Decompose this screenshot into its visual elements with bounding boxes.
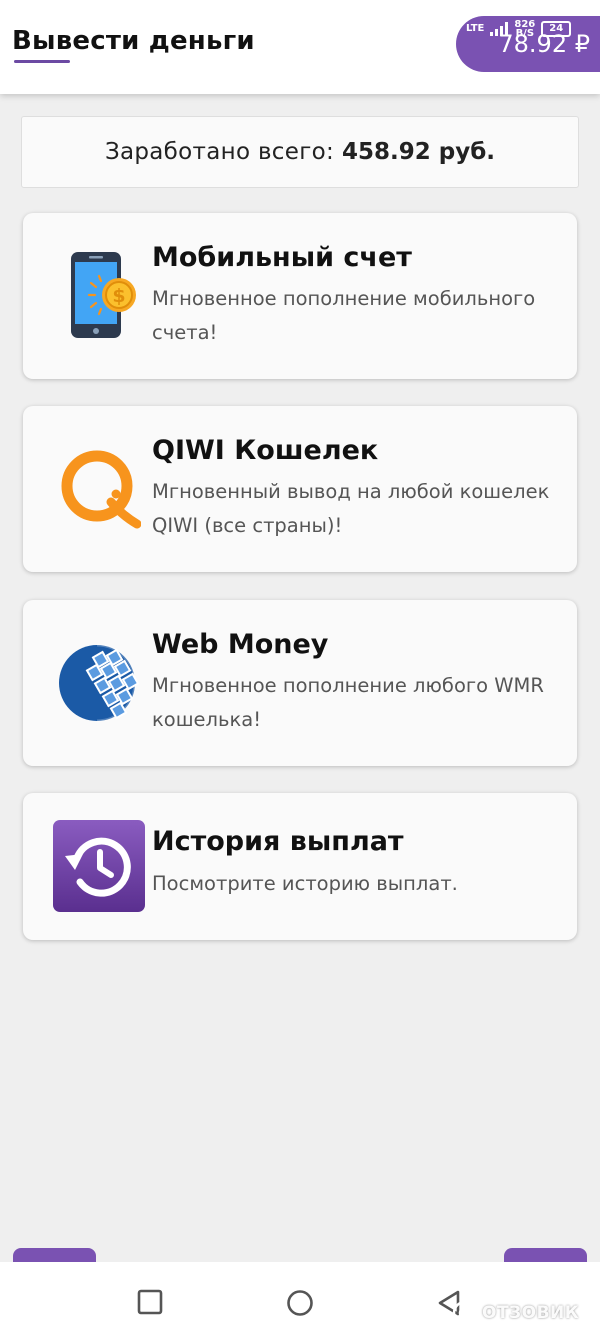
page-title: Вывести деньги xyxy=(12,26,255,56)
network-type: LTE xyxy=(466,23,485,34)
card-title: История выплат xyxy=(152,826,404,857)
payout-history-card[interactable]: История выплат Посмотрите историю выплат… xyxy=(23,793,577,940)
watermark: ОТЗОВИК xyxy=(452,1300,579,1326)
title-underline xyxy=(14,60,70,63)
card-title: Web Money xyxy=(152,629,329,660)
home-icon[interactable] xyxy=(286,1289,314,1317)
withdraw-qiwi-card[interactable]: QIWI Кошелек Мгновенный вывод на любой к… xyxy=(23,406,577,572)
earned-value: 458.92 руб. xyxy=(342,139,496,165)
watermark-logo-icon xyxy=(452,1300,478,1326)
webmoney-logo-icon xyxy=(59,643,140,723)
svg-text:$: $ xyxy=(112,285,125,307)
status-bar: LTE 826 B/S 24 xyxy=(466,18,572,40)
card-description: Посмотрите историю выплат. xyxy=(152,872,458,895)
network-speed: 826 B/S xyxy=(514,19,536,39)
earned-label: Заработано всего: xyxy=(104,139,335,165)
watermark-text: ОТЗОВИК xyxy=(482,1303,580,1323)
withdraw-mobile-card[interactable]: $ Мобильный счет Мгновенное пополнение м… xyxy=(23,213,577,379)
card-description: Мгновенный вывод на любой кошелек QIWI (… xyxy=(152,480,550,537)
mobile-coin-icon: $ xyxy=(71,252,136,338)
battery-icon: 24 xyxy=(541,21,572,37)
qiwi-logo-icon xyxy=(61,450,141,529)
card-description: Мгновенное пополнение любого WMR кошельк… xyxy=(152,674,544,731)
history-icon xyxy=(53,820,145,912)
card-description: Мгновенное пополнение мобильного счета! xyxy=(152,287,536,344)
withdraw-webmoney-card[interactable]: Web Money Мгновенное пополнение любого W… xyxy=(23,600,577,766)
signal-icon xyxy=(490,22,509,36)
card-title: QIWI Кошелек xyxy=(152,435,379,466)
recent-apps-icon[interactable] xyxy=(137,1289,163,1315)
card-title: Мобильный счет xyxy=(152,242,412,273)
app-header: Вывести деньги 78.92 ₽ LTE 826 B/S 24 xyxy=(0,0,600,94)
earned-total-box: Заработано всего: 458.92 руб. xyxy=(21,116,579,188)
